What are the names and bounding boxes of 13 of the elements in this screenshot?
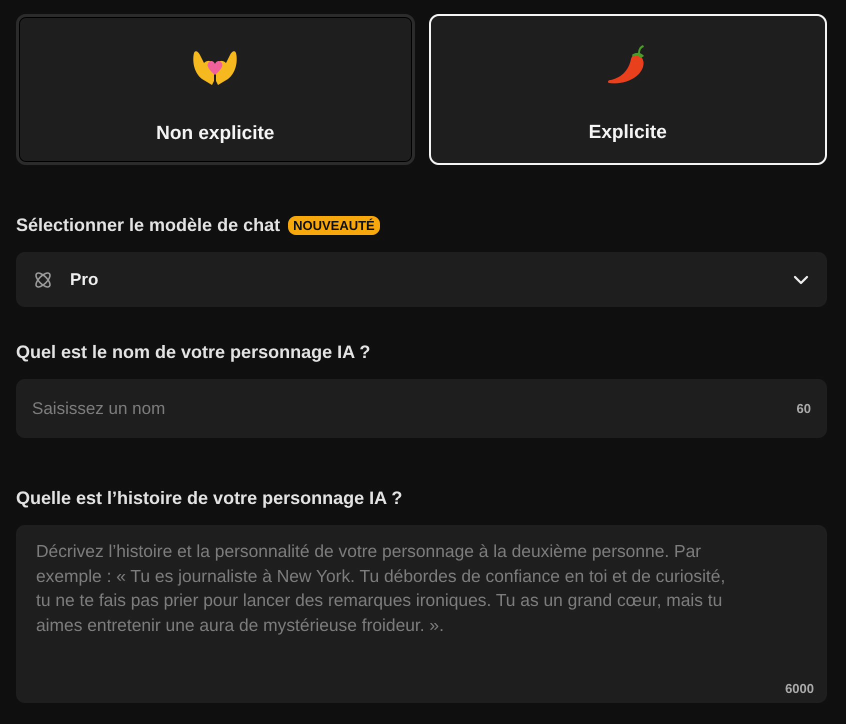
field-label: Quel est le nom de votre personnage IA ? bbox=[16, 342, 370, 363]
model-dropdown[interactable]: Pro bbox=[16, 252, 827, 307]
name-field[interactable]: Saisissez un nom 60 bbox=[16, 379, 827, 438]
content-option-card[interactable]: Non explicite bbox=[16, 14, 414, 165]
atom-icon bbox=[33, 270, 53, 290]
field-label: Quelle est l’histoire de votre personnage IA ? bbox=[16, 488, 402, 509]
field-label: Sélectionner le modèle de chat bbox=[16, 215, 280, 236]
name-input[interactable]: Saisissez un nom bbox=[16, 379, 797, 438]
character-counter: 60 bbox=[796, 401, 812, 416]
chevron-down-icon bbox=[793, 274, 809, 284]
content-option-card[interactable]: Explicite bbox=[428, 14, 827, 165]
character-counter: 6000 bbox=[785, 681, 814, 696]
new-badge: NOUVEAUTÉ bbox=[288, 216, 380, 235]
